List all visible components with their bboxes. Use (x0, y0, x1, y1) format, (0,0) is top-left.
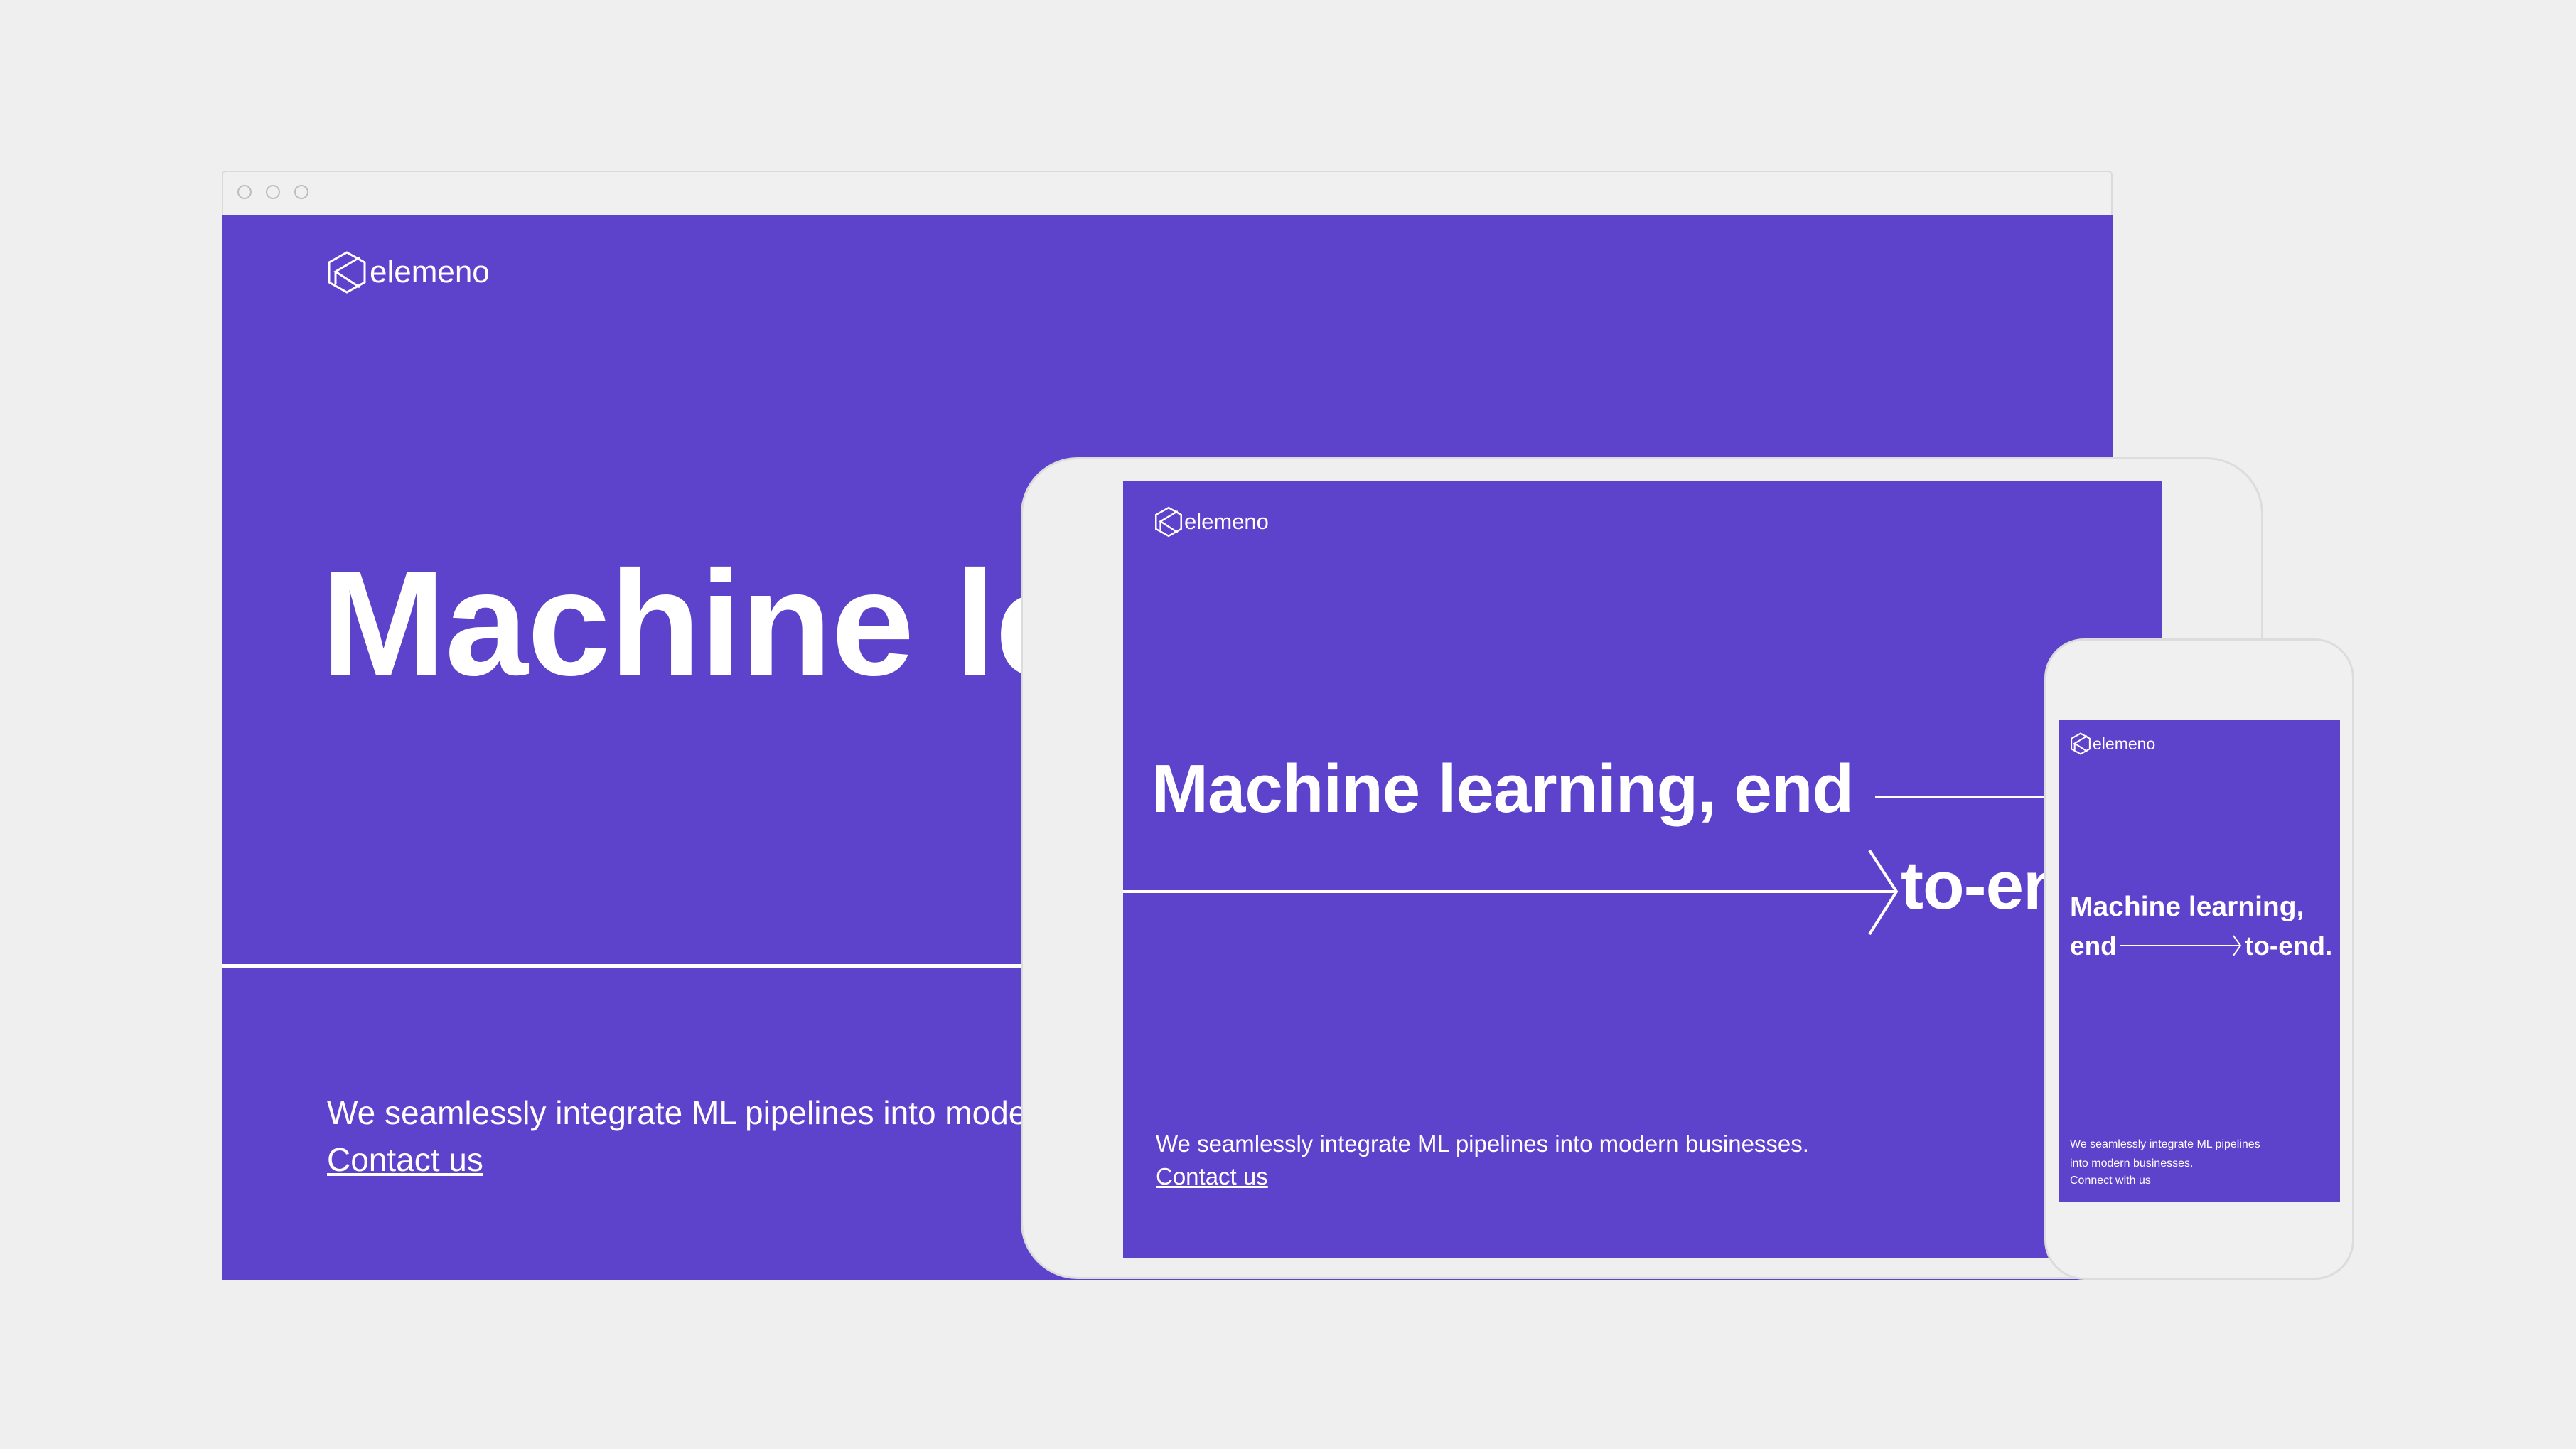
phone-tagline-line1: We seamlessly integrate ML pipelines (2070, 1138, 2260, 1150)
phone-hero: elemeno Machine learning, end to-end. We… (2059, 720, 2340, 1202)
desktop-headline: Machine le (321, 540, 1078, 707)
elemeno-logo-icon (328, 251, 366, 294)
desktop-logo-text: elemeno (370, 255, 490, 289)
tablet-headline-line1: Machine learning, end (1152, 751, 1854, 827)
phone-mockup: elemeno Machine learning, end to-end. We… (2044, 638, 2354, 1280)
tablet-arrow (1123, 850, 1899, 936)
desktop-tagline: We seamlessly integrate ML pipelines int… (327, 1094, 1027, 1131)
tablet-tagline: We seamlessly integrate ML pipelines int… (1156, 1130, 1809, 1157)
phone-headline-to-end: to-end. (2245, 931, 2333, 961)
window-minimize-dot[interactable] (266, 185, 280, 199)
elemeno-logo-icon (2071, 732, 2091, 755)
tablet-headline-line2: to-en (1901, 848, 2065, 924)
phone-logo[interactable]: elemeno (2070, 732, 2155, 755)
desktop-contact-link[interactable]: Contact us (327, 1140, 483, 1179)
phone-contact-link[interactable]: Connect with us (2070, 1175, 2151, 1187)
phone-logo-text: elemeno (2093, 734, 2156, 753)
phone-headline-end: end (2070, 931, 2117, 961)
tablet-contact-link[interactable]: Contact us (1156, 1163, 1268, 1190)
phone-tagline-line2: into modern businesses. (2070, 1157, 2194, 1170)
tablet-logo[interactable]: elemeno (1154, 506, 1269, 538)
tablet-hero: elemeno Machine learning, end to-en We s… (1123, 481, 2162, 1258)
phone-arrow (2120, 935, 2242, 956)
desktop-logo[interactable]: elemeno (327, 250, 490, 294)
phone-tagline: We seamlessly integrate ML pipelines int… (2070, 1135, 2260, 1173)
window-maximize-dot[interactable] (294, 185, 308, 199)
desktop-headline-divider (222, 964, 1025, 968)
phone-headline-line1: Machine learning, (2070, 892, 2304, 922)
window-close-dot[interactable] (237, 185, 252, 199)
browser-title-bar (222, 171, 2113, 215)
tablet-logo-text: elemeno (1184, 509, 1269, 534)
elemeno-logo-icon (1155, 506, 1182, 538)
